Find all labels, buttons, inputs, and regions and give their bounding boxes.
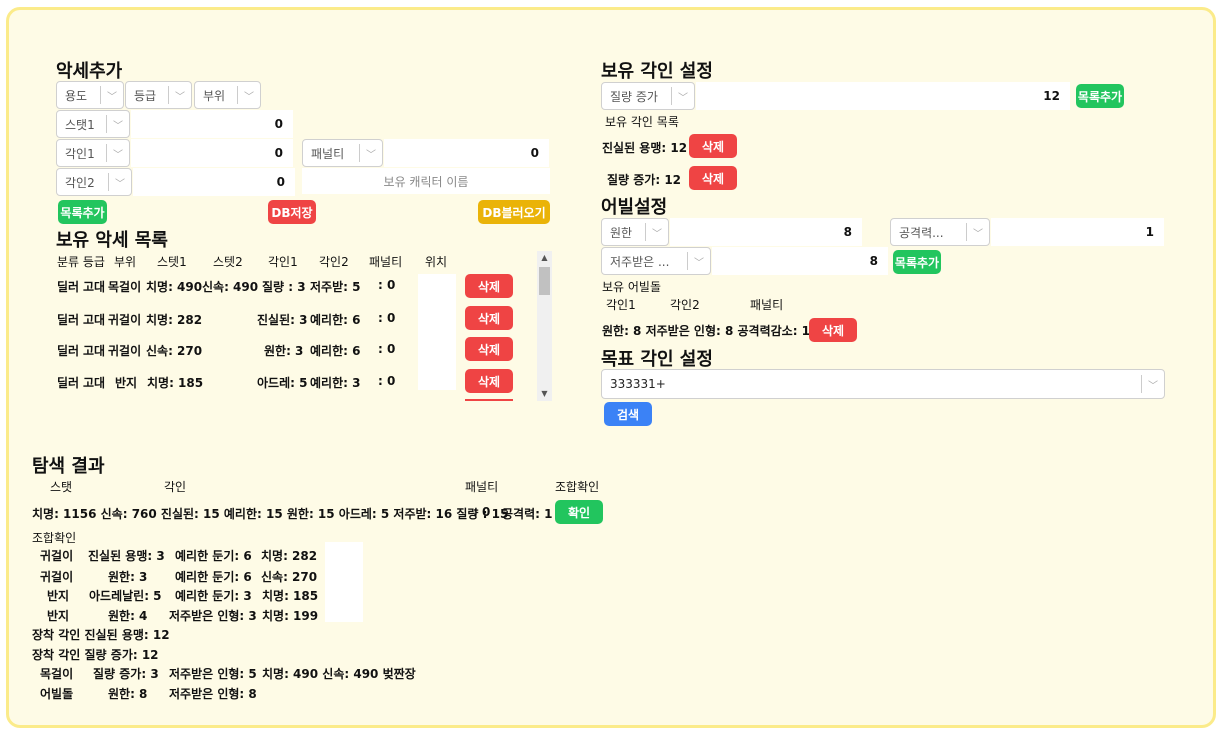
scroll-thumb[interactable] [539,267,550,295]
result-summary: 치명: 1156 신속: 760 진실된: 15 예리한: 15 원한: 15 … [32,507,509,521]
result-header-check: 조합확인 [555,480,600,494]
engrave1-value-input[interactable]: 0 [131,139,293,167]
chevron-down-icon: ﹀ [1148,380,1158,392]
stat1-value-input[interactable]: 0 [131,110,293,138]
grade-select[interactable]: 등급 ﹀ [125,81,192,109]
ability-penalty-value-input[interactable]: 1 [991,218,1164,246]
chevron-down-icon: ﹀ [973,228,983,240]
db-save-button[interactable]: DB저장 [268,200,316,224]
list-header-location: 위치 [425,255,448,269]
ability-header-engrave1: 각인1 [606,298,636,312]
chevron-down-icon: ﹀ [678,92,688,104]
chevron-down-icon: ﹀ [652,228,662,240]
ability-engrave1-value-input[interactable]: 8 [670,218,862,246]
scroll-up-icon[interactable]: ▲ [537,251,552,265]
result-header-engrave: 각인 [164,480,187,494]
owned-engrave-title: 보유 각인 설정 [601,61,713,82]
owned-engrave-item: 진실된 용맹: 12 [602,141,688,155]
chevron-down-icon: ﹀ [244,91,254,103]
accessory-list-title: 보유 악세 목록 [56,230,168,251]
ability-penalty-select[interactable]: 공격력... ﹀ [890,218,990,246]
result-title: 탐색 결과 [32,456,105,477]
delete-button[interactable]: 삭제 [689,166,737,190]
add-accessory-button[interactable]: 목록추가 [58,200,107,224]
delete-button[interactable]: 삭제 [465,306,513,330]
list-header-stat1: 스텟1 [157,255,187,269]
chevron-down-icon: ﹀ [115,178,125,190]
list-header-engrave2: 각인2 [319,255,349,269]
partial-row-edge [465,399,513,401]
penalty-value-input[interactable]: 0 [384,139,549,167]
delete-button[interactable]: 삭제 [465,274,513,298]
combo-label: 조합확인 [32,531,77,545]
add-ability-button[interactable]: 목록추가 [893,250,941,274]
delete-button[interactable]: 삭제 [689,134,737,158]
owned-engrave-list-label: 보유 각인 목록 [605,115,679,129]
ability-engrave2-value-input[interactable]: 8 [712,247,888,275]
part-select[interactable]: 부위 ﹀ [194,81,261,109]
equipped-engrave: 장착 각인 진실된 용맹: 12 [32,628,170,642]
owned-engrave-select[interactable]: 질량 증가 ﹀ [601,82,695,110]
scroll-down-icon[interactable]: ▼ [537,387,552,401]
ability-engrave2-select[interactable]: 저주받은 ... ﹀ [601,247,711,275]
confirm-button[interactable]: 확인 [555,500,603,524]
result-header-stat: 스탯 [50,480,73,494]
owned-engrave-value-input[interactable]: 12 [696,82,1070,110]
location-input[interactable] [418,360,456,390]
search-button[interactable]: 검색 [604,402,652,426]
delete-button[interactable]: 삭제 [465,337,513,361]
result-penalty: : 0 [473,505,491,519]
list-header-part: 부위 [114,255,137,269]
chevron-down-icon: ﹀ [366,149,376,161]
combo-blank-cell [325,542,363,622]
target-engrave-title: 목표 각인 설정 [601,349,713,370]
accessory-add-title: 악세추가 [56,61,123,82]
result-header-penalty: 패널티 [465,480,499,494]
list-header-class-grade: 분류 등급 [57,255,105,269]
ability-header-engrave2: 각인2 [670,298,700,312]
penalty-select[interactable]: 패널티 ﹀ [302,139,383,167]
list-header-penalty: 패널티 [369,255,403,269]
target-engrave-select[interactable]: 333331+ ﹀ [601,369,1165,399]
delete-button[interactable]: 삭제 [809,318,857,342]
stat1-select[interactable]: 스탯1 ﹀ [56,110,130,138]
chevron-down-icon: ﹀ [107,91,117,103]
delete-button[interactable]: 삭제 [465,369,513,393]
ability-engrave1-select[interactable]: 원한 ﹀ [601,218,669,246]
engrave1-select[interactable]: 각인1 ﹀ [56,139,130,167]
chevron-down-icon: ﹀ [113,149,123,161]
usage-select[interactable]: 용도 ﹀ [56,81,124,109]
location-input[interactable] [418,330,456,360]
list-scrollbar[interactable]: ▲ ▼ [537,251,552,401]
owned-engrave-item: 질량 증가: 12 [607,173,682,187]
owned-ability-row: 원한: 8 저주받은 인형: 8 공격력감소: 1 [602,324,811,338]
location-input[interactable] [418,274,456,300]
db-load-button[interactable]: DB블러오기 [478,200,550,224]
character-name-input[interactable]: 보유 캐릭터 이름 [302,168,550,194]
engrave2-value-input[interactable]: 0 [133,168,295,196]
owned-ability-label: 보유 어빌돌 [602,280,662,294]
ability-header-penalty: 패널티 [750,298,784,312]
equipped-engrave: 장착 각인 질량 증가: 12 [32,648,159,662]
add-owned-engrave-button[interactable]: 목록추가 [1076,84,1124,108]
result-attack: 공격력: 1 [502,507,553,521]
chevron-down-icon: ﹀ [694,257,704,269]
list-header-engrave1: 각인1 [268,255,298,269]
engrave2-select[interactable]: 각인2 ﹀ [56,168,132,196]
location-input[interactable] [418,300,456,330]
chevron-down-icon: ﹀ [113,120,123,132]
list-header-stat2: 스텟2 [213,255,243,269]
ability-title: 어빌설정 [601,197,668,218]
chevron-down-icon: ﹀ [175,91,185,103]
